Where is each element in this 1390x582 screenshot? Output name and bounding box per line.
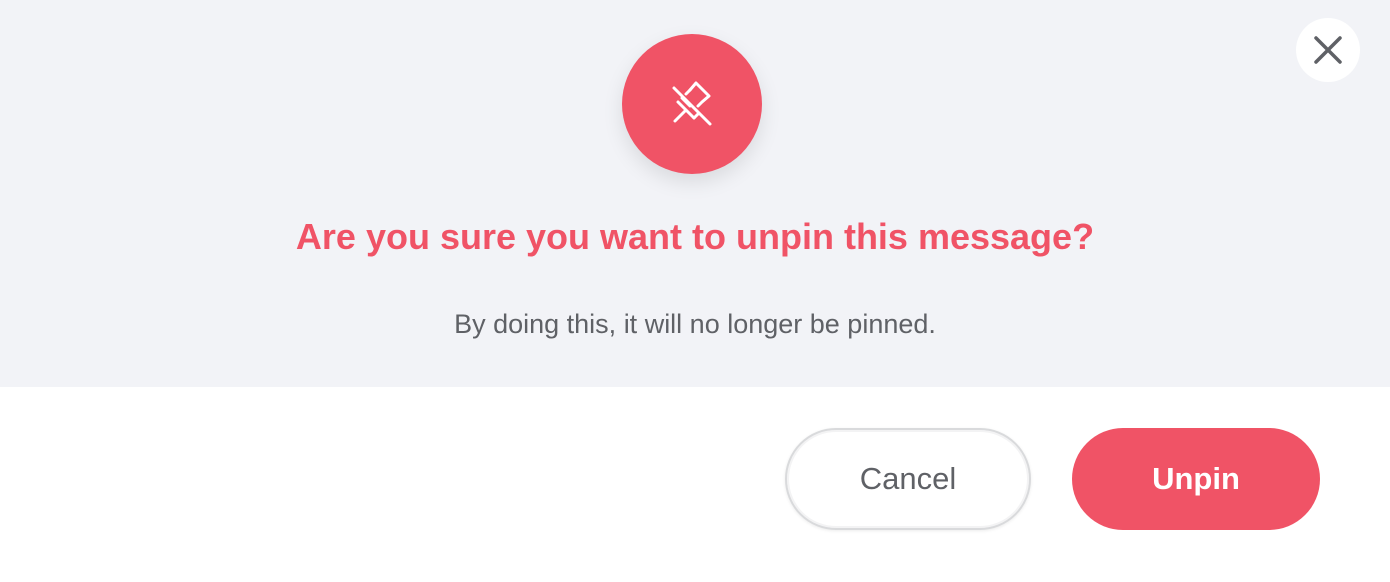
dialog-subtitle: By doing this, it will no longer be pinn… — [454, 309, 936, 339]
unpin-icon-badge — [622, 34, 762, 174]
cancel-button[interactable]: Cancel — [785, 428, 1031, 530]
unpin-button[interactable]: Unpin — [1072, 428, 1320, 530]
dialog-title: Are you sure you want to unpin this mess… — [295, 216, 1095, 257]
dialog-header-area: Are you sure you want to unpin this mess… — [0, 0, 1390, 387]
close-button[interactable] — [1296, 18, 1360, 82]
unpin-icon — [672, 81, 712, 126]
close-icon — [1314, 36, 1342, 64]
unpin-confirm-dialog: Are you sure you want to unpin this mess… — [0, 0, 1390, 582]
